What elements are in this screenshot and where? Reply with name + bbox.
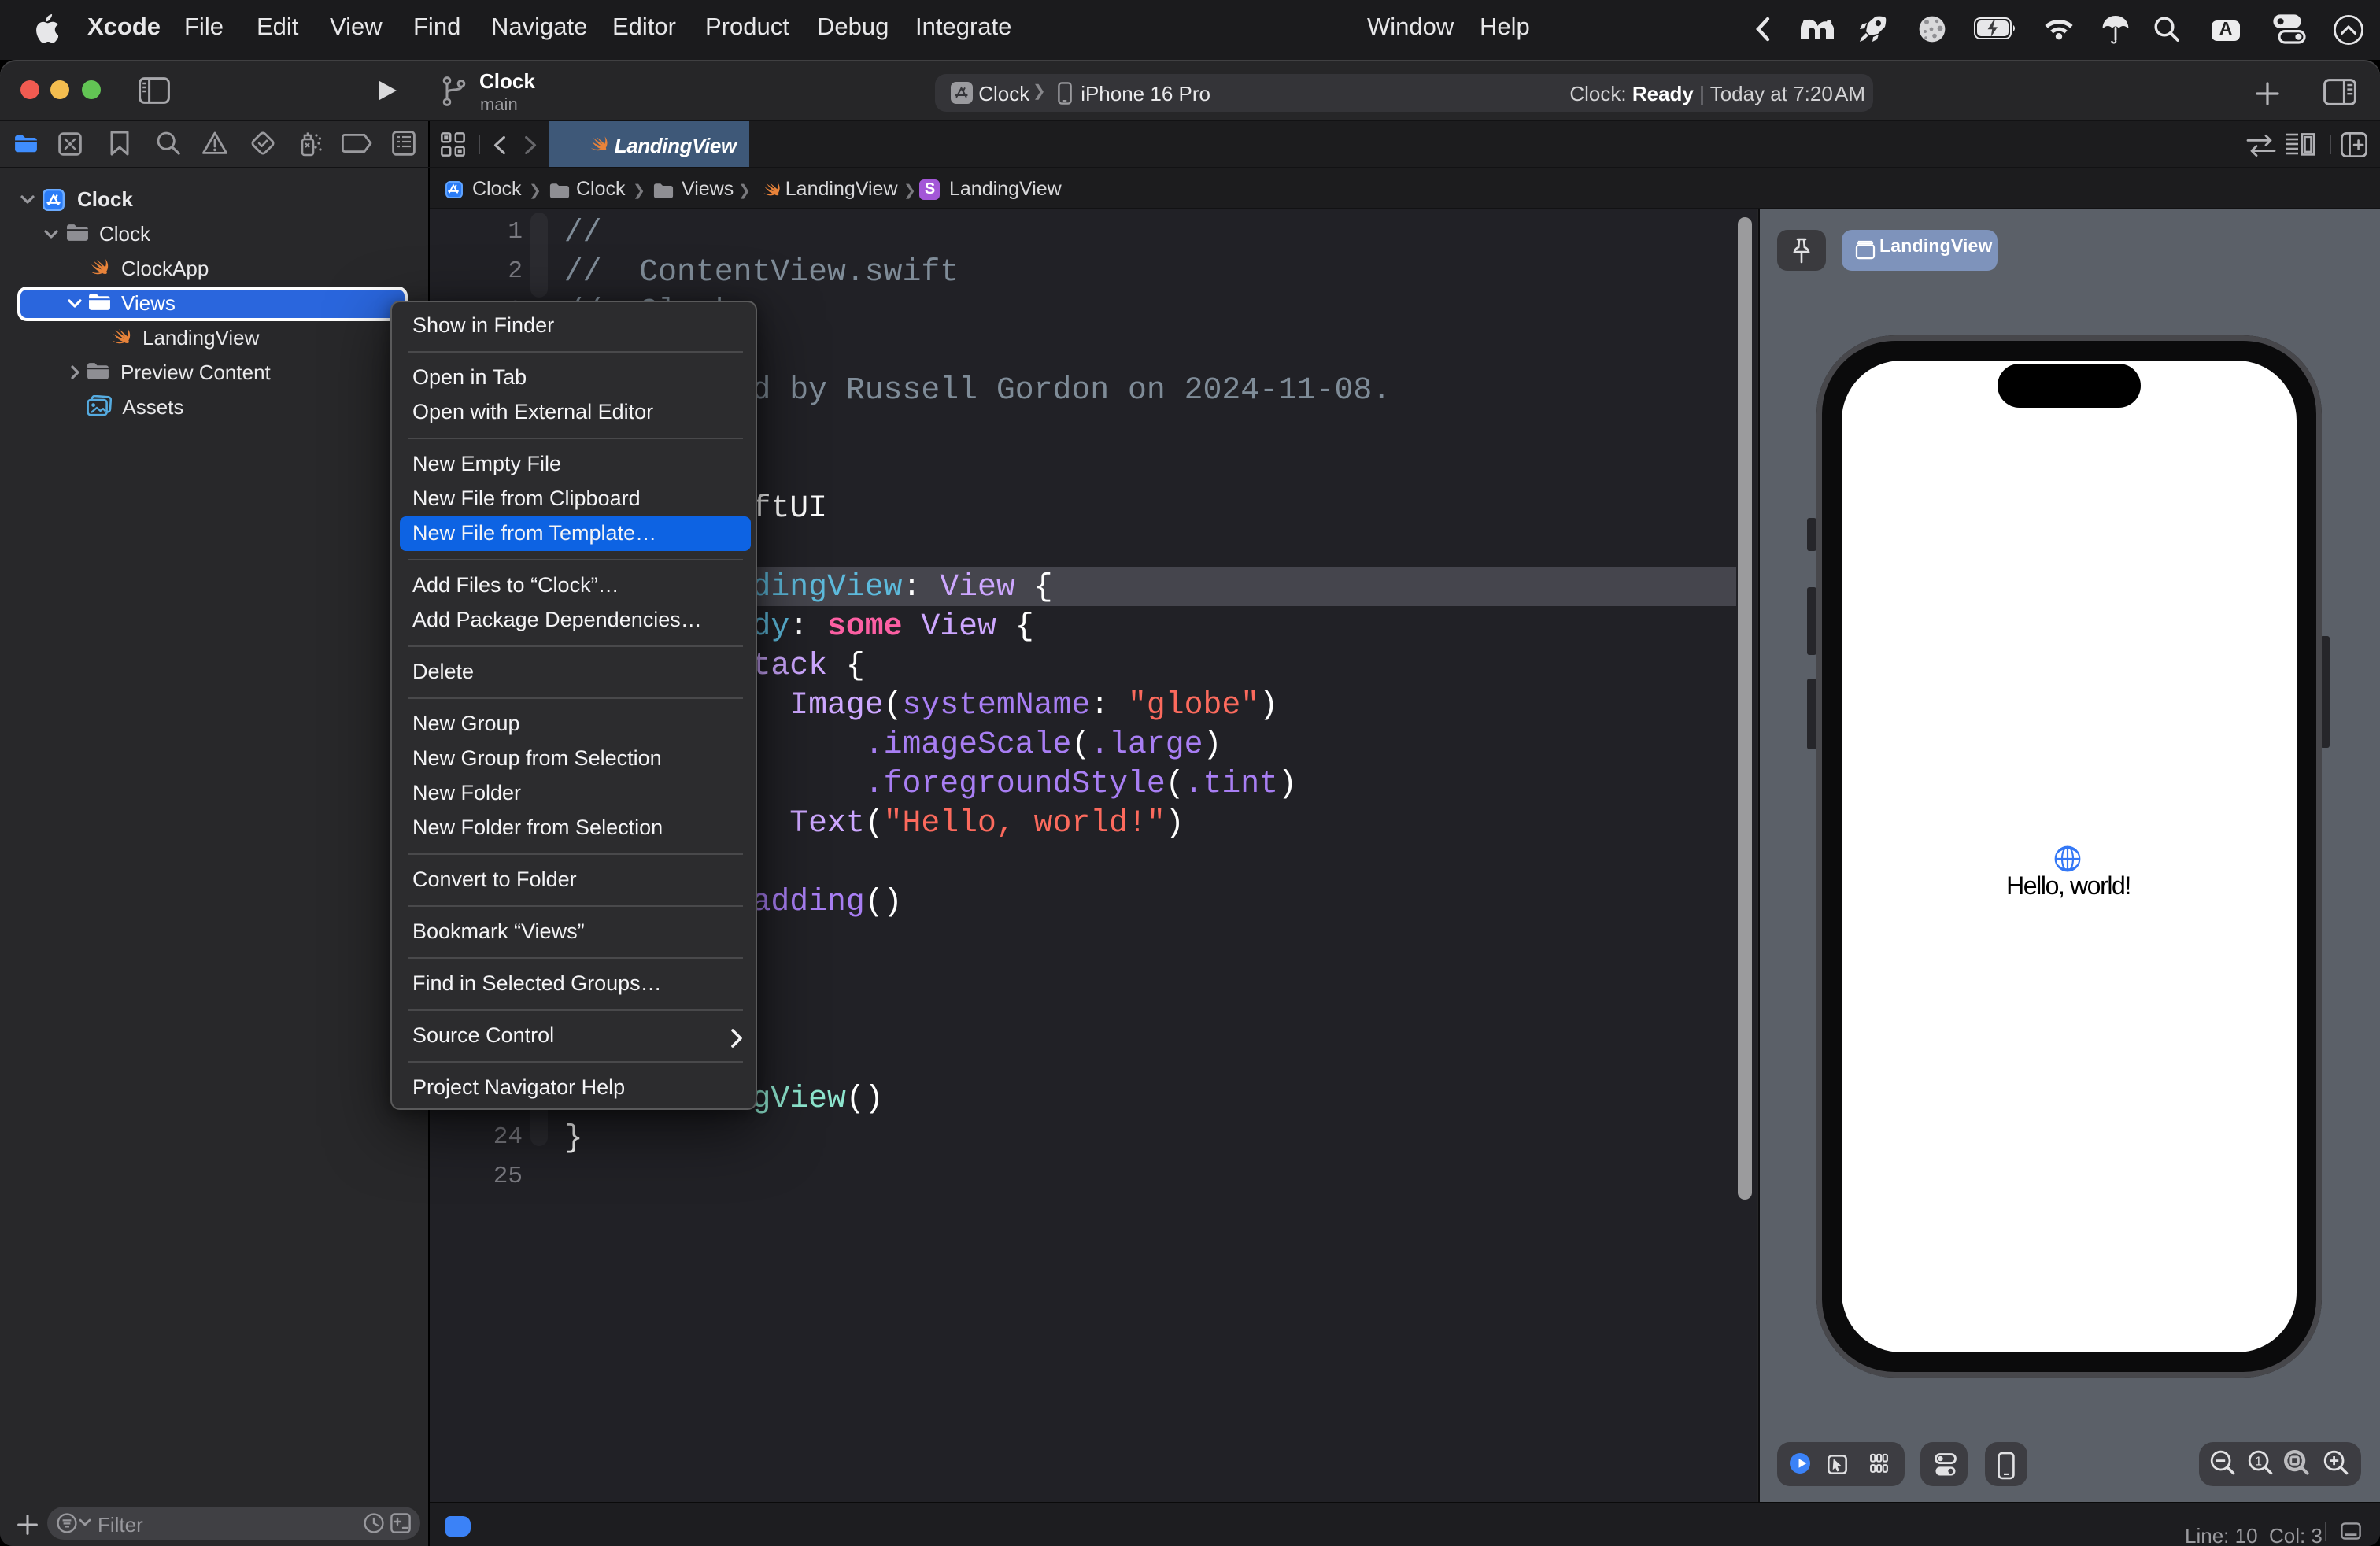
svg-text:1: 1 [2255, 1455, 2262, 1468]
